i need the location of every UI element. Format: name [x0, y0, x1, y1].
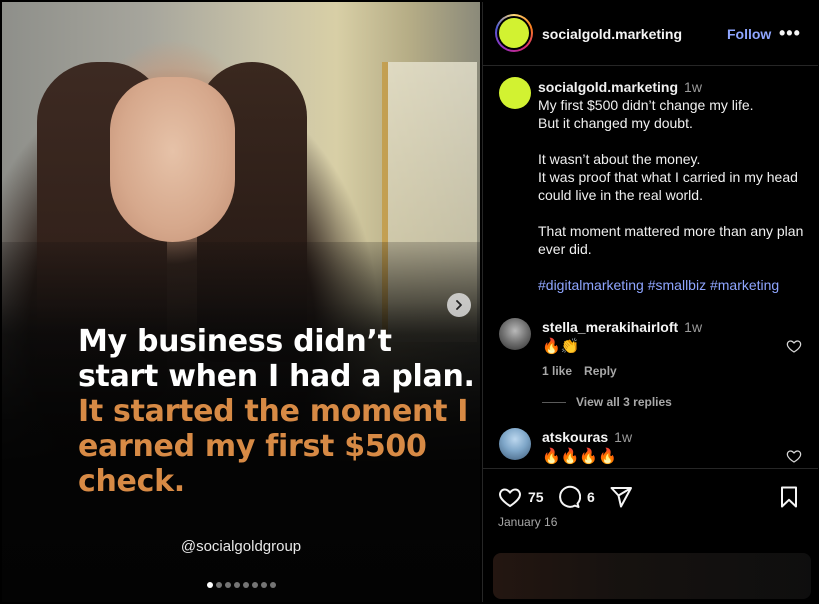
post-actions: 75 6 January 16	[483, 468, 818, 602]
photo-face	[110, 77, 235, 242]
carousel-dot[interactable]	[215, 582, 222, 588]
caption-line: It wasn’t about the money.	[538, 151, 701, 167]
carousel-indicator	[2, 582, 480, 588]
bookmark-icon[interactable]	[777, 485, 801, 509]
carousel-dot[interactable]	[224, 582, 231, 588]
share-action[interactable]	[609, 485, 633, 509]
commenter-username[interactable]: stella_merakihairloft	[542, 319, 678, 335]
carousel-dot[interactable]	[206, 582, 213, 588]
comment-time: 1w	[684, 319, 703, 335]
like-count[interactable]: 75	[528, 489, 544, 505]
post-caption: socialgold.marketing 1w My first $500 did…	[538, 78, 808, 294]
post-modal: My business didn’t start when I had a pl…	[0, 0, 819, 604]
commenter-avatar[interactable]	[499, 318, 531, 350]
comment-action[interactable]: 6	[557, 485, 595, 509]
post-date: January 16	[498, 515, 558, 529]
caption-time: 1w	[684, 79, 702, 95]
like-action[interactable]: 75	[498, 485, 544, 509]
follow-button[interactable]: Follow	[727, 26, 771, 42]
carousel-dot[interactable]	[242, 582, 249, 588]
commenter-username[interactable]: atskouras	[542, 429, 608, 445]
comment-count[interactable]: 6	[587, 489, 595, 505]
heart-icon[interactable]	[498, 485, 522, 509]
comment-reply-button[interactable]: Reply	[584, 364, 617, 378]
comment-text: 🔥🔥🔥🔥	[542, 448, 617, 465]
share-icon[interactable]	[609, 485, 633, 509]
heart-icon[interactable]	[786, 338, 802, 354]
heart-icon[interactable]	[786, 448, 802, 464]
carousel-dot[interactable]	[260, 582, 267, 588]
comment-likes[interactable]: 1 like	[542, 364, 572, 378]
headline-white-text: My business didn’t start when I had a pl…	[78, 324, 475, 394]
more-options-icon[interactable]: •••	[779, 23, 801, 44]
carousel-next-button[interactable]	[447, 293, 471, 317]
chevron-right-icon	[456, 300, 462, 310]
headline-orange-text: It started the moment I earned my first …	[78, 394, 469, 499]
post-sidebar: socialgold.marketing Follow ••• socialgo…	[482, 2, 818, 602]
comment-text: 🔥👏	[542, 338, 580, 355]
caption-hashtags[interactable]: #digitalmarketing #smallbiz #marketing	[538, 276, 808, 294]
caption-username[interactable]: socialgold.marketing	[538, 79, 678, 95]
save-action[interactable]	[777, 485, 801, 509]
commenter-avatar[interactable]	[499, 428, 531, 460]
header-username[interactable]: socialgold.marketing	[542, 26, 682, 42]
comment-icon[interactable]	[557, 485, 581, 509]
carousel-dot[interactable]	[233, 582, 240, 588]
post-header: socialgold.marketing Follow •••	[483, 2, 818, 66]
carousel-dot[interactable]	[269, 582, 276, 588]
caption-line: But it changed my doubt.	[538, 115, 693, 131]
view-replies-button[interactable]: View all 3 replies	[542, 395, 672, 409]
comment-input-area[interactable]	[493, 553, 811, 599]
post-watermark: @socialgoldgroup	[180, 538, 302, 555]
caption-line: My first $500 didn’t change my life.	[538, 97, 754, 113]
post-media[interactable]: My business didn’t start when I had a pl…	[2, 2, 480, 602]
post-headline: My business didn’t start when I had a pl…	[78, 324, 478, 499]
caption-line: It was proof that what I carried in my h…	[538, 169, 798, 203]
carousel-dot[interactable]	[251, 582, 258, 588]
avatar[interactable]	[495, 14, 533, 52]
caption-avatar[interactable]	[499, 77, 531, 109]
comment-time: 1w	[614, 429, 633, 445]
caption-line: That moment mattered more than any plan …	[538, 223, 804, 257]
